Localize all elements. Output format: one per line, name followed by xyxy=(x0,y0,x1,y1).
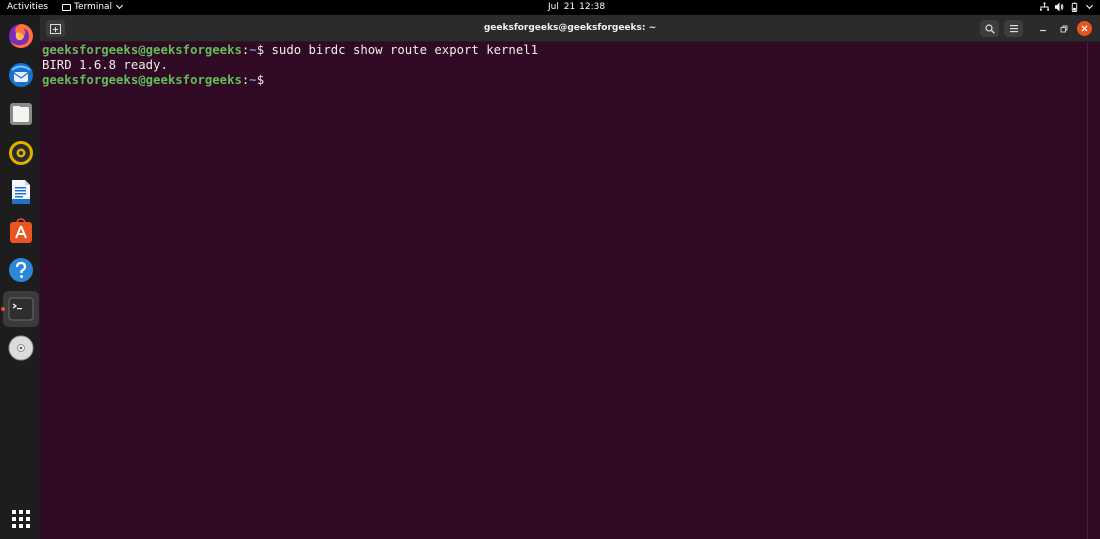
network-icon xyxy=(1040,2,1049,11)
terminal-window: geeksforgeeks@geeksforgeeks: ~ geeksforg… xyxy=(40,15,1100,539)
hamburger-icon xyxy=(1009,25,1018,33)
clock[interactable]: Jul 21 12:38 xyxy=(548,2,609,12)
window-title: geeksforgeeks@geeksforgeeks: ~ xyxy=(483,23,657,33)
scrollbar[interactable] xyxy=(1087,42,1100,539)
prompt-user: geeksforgeeks@geeksforgeeks xyxy=(42,43,242,57)
terminal-output[interactable]: geeksforgeeks@geeksforgeeks:~$ sudo bird… xyxy=(40,42,1087,539)
terminal-icon xyxy=(62,3,71,11)
help-icon xyxy=(9,258,33,282)
app-menu-label: Terminal xyxy=(74,2,113,12)
search-button[interactable] xyxy=(980,20,999,37)
activities-button[interactable]: Activities xyxy=(7,2,48,12)
clock-date: Jul 21 xyxy=(548,2,576,12)
dock-item-thunderbird[interactable] xyxy=(3,57,39,93)
close-button[interactable] xyxy=(1077,21,1092,36)
prompt-user: geeksforgeeks@geeksforgeeks xyxy=(42,73,242,87)
volume-icon xyxy=(1055,2,1064,12)
command-text: sudo birdc show route export kernel1 xyxy=(271,43,539,57)
dock-item-dvd[interactable] xyxy=(3,330,39,366)
software-icon xyxy=(10,218,32,243)
system-tray[interactable] xyxy=(1040,1,1094,12)
files-icon xyxy=(10,103,32,125)
restore-icon xyxy=(1060,25,1067,32)
dock-item-rhythmbox[interactable] xyxy=(3,135,39,171)
battery-icon xyxy=(1071,2,1078,12)
close-icon xyxy=(1081,25,1088,32)
app-grid-icon xyxy=(12,510,30,528)
prompt-symbol: $ xyxy=(256,43,272,57)
prompt-symbol: $ xyxy=(256,73,272,87)
minimize-icon xyxy=(1039,29,1046,31)
dock-item-software[interactable] xyxy=(3,213,39,249)
rhythmbox-icon xyxy=(9,141,33,165)
dock-item-firefox[interactable] xyxy=(3,18,39,54)
thunderbird-icon xyxy=(9,63,33,87)
terminal-line: geeksforgeeks@geeksforgeeks:~$ sudo bird… xyxy=(42,43,1085,58)
window-titlebar[interactable]: geeksforgeeks@geeksforgeeks: ~ xyxy=(40,15,1100,42)
dock-item-help[interactable] xyxy=(3,252,39,288)
running-indicator xyxy=(1,307,5,311)
prompt-path: ~ xyxy=(249,43,257,57)
dock xyxy=(0,15,40,539)
dock-item-files[interactable] xyxy=(3,96,39,132)
top-bar: Activities Terminal Jul 21 12:38 xyxy=(0,0,1100,15)
firefox-icon xyxy=(9,24,33,48)
disc-icon xyxy=(8,335,34,361)
chevron-down-icon xyxy=(116,1,124,10)
writer-icon xyxy=(12,180,30,204)
dock-item-terminal[interactable] xyxy=(1,291,39,327)
chevron-down-icon xyxy=(1085,1,1094,10)
clock-time: 12:38 xyxy=(579,2,606,12)
search-icon xyxy=(984,23,995,34)
maximize-button[interactable] xyxy=(1056,21,1071,36)
output-text: BIRD 1.6.8 ready. xyxy=(42,58,168,72)
prompt-path: ~ xyxy=(249,73,257,87)
terminal-icon xyxy=(8,297,34,321)
terminal-line: geeksforgeeks@geeksforgeeks:~$ xyxy=(42,73,1085,88)
app-menu[interactable]: Terminal xyxy=(62,1,124,12)
minimize-button[interactable] xyxy=(1035,21,1050,36)
menu-button[interactable] xyxy=(1004,20,1023,37)
terminal-line: BIRD 1.6.8 ready. xyxy=(42,58,1085,73)
dock-item-writer[interactable] xyxy=(3,174,39,210)
show-apps-button[interactable] xyxy=(3,501,39,537)
